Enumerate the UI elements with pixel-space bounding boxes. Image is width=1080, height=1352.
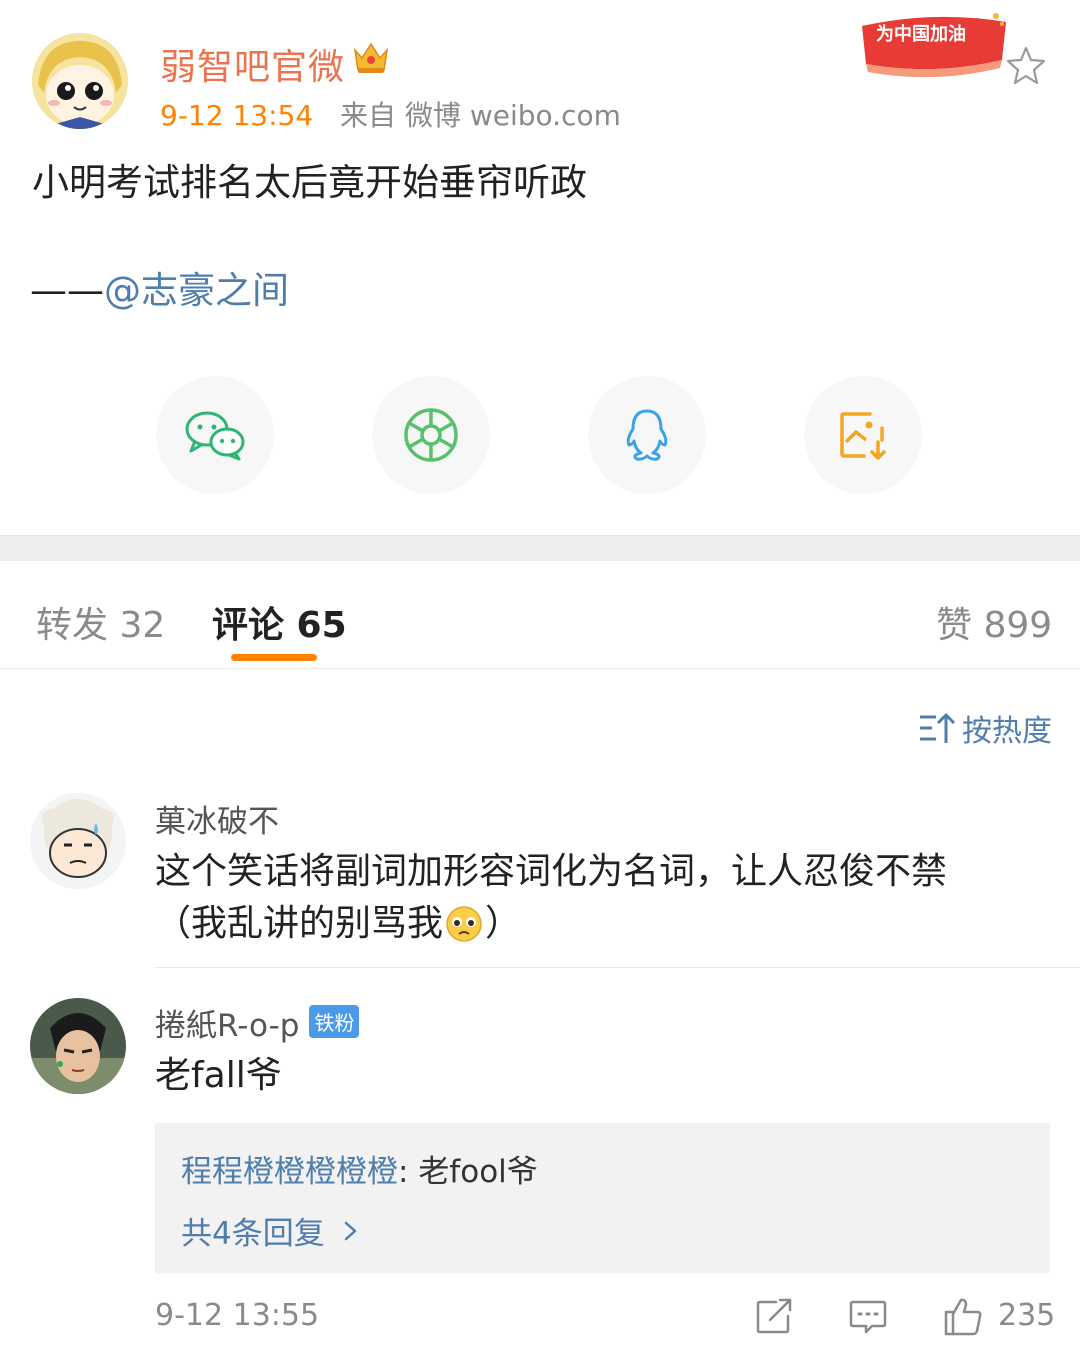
post-source: 来自 微博 weibo.com	[340, 99, 621, 132]
comment-text-line: （我乱讲的别骂我	[155, 903, 444, 944]
credit-prefix: ——	[30, 269, 104, 312]
comment-text: 这个笑话将副词加形容词化为名词，让人忍俊不禁 （我乱讲的别骂我 ）	[155, 846, 1055, 950]
qq-icon	[626, 409, 668, 461]
share-comment-button[interactable]	[754, 1296, 794, 1340]
cheer-badge-text: 为中国加油	[876, 23, 966, 45]
crown-icon	[352, 40, 390, 76]
comment-author[interactable]: 捲紙R-o-p	[155, 1008, 299, 1044]
like-count: 235	[998, 1298, 1056, 1333]
author-avatar[interactable]	[32, 33, 128, 129]
post-text: 小明考试排名太后竟开始垂帘听政	[32, 161, 587, 204]
share-wechat-button[interactable]	[156, 376, 274, 494]
post-meta: 9-12 13:54 来自 微博 weibo.com	[160, 94, 621, 134]
comment-avatar[interactable]	[30, 998, 126, 1094]
comment-icon	[849, 1300, 887, 1334]
moments-icon	[404, 408, 458, 462]
like-comment-button[interactable]	[942, 1296, 984, 1340]
comment-text-line-end: ）	[485, 903, 522, 944]
post-time: 9-12 13:54	[160, 99, 314, 132]
mention-link[interactable]: @志豪之间	[104, 269, 289, 312]
fan-badge: 铁粉	[309, 1005, 360, 1038]
sort-label: 按热度	[962, 714, 1052, 749]
reply-comment-button[interactable]	[848, 1296, 888, 1340]
section-divider	[0, 535, 1080, 561]
active-tab-indicator	[231, 654, 317, 661]
cheer-badge[interactable]: 为中国加油	[856, 6, 1012, 80]
tab-divider	[0, 668, 1080, 669]
tab-like[interactable]: 赞 899	[936, 596, 1052, 648]
reply-preview: 程程橙橙橙橙橙: 老fool爷	[181, 1146, 538, 1191]
share-moments-button[interactable]	[372, 376, 490, 494]
share-icon	[756, 1298, 792, 1334]
reply-text: 老fool爷	[418, 1154, 538, 1190]
post-credit: ——@志豪之间	[30, 260, 289, 314]
chevron-right-icon	[344, 1221, 356, 1240]
reply-author[interactable]: 程程橙橙橙橙橙	[181, 1154, 398, 1190]
comment-author-row: 捲紙R-o-p 铁粉	[155, 1000, 360, 1045]
comment-time: 9-12 13:55	[155, 1298, 320, 1333]
reply-separator: :	[398, 1154, 419, 1190]
comment-author[interactable]: 菓冰破不	[155, 796, 279, 841]
comment-text: 老fall爷	[155, 1055, 282, 1096]
save-image-icon	[840, 412, 886, 460]
view-replies-link[interactable]: 共4条回复	[181, 1208, 363, 1253]
author-name[interactable]: 弱智吧官微	[160, 38, 345, 90]
view-replies-label: 共4条回复	[181, 1216, 325, 1252]
comment-text-line: 这个笑话将副词加形容词化为名词，让人忍俊不禁	[155, 851, 948, 892]
tab-comment[interactable]: 评论 65	[212, 596, 347, 648]
save-image-button[interactable]	[804, 376, 922, 494]
sort-button[interactable]: 按热度	[918, 706, 1052, 750]
thumbs-up-icon	[944, 1298, 982, 1336]
tab-repost[interactable]: 转发 32	[36, 596, 165, 648]
wechat-icon	[185, 411, 245, 461]
share-qq-button[interactable]	[588, 376, 706, 494]
comment-divider	[155, 967, 1080, 968]
sort-icon	[920, 713, 956, 743]
favorite-star-icon[interactable]	[1004, 44, 1048, 88]
comment-avatar[interactable]	[30, 793, 126, 889]
pleading-emoji-icon	[446, 906, 482, 942]
